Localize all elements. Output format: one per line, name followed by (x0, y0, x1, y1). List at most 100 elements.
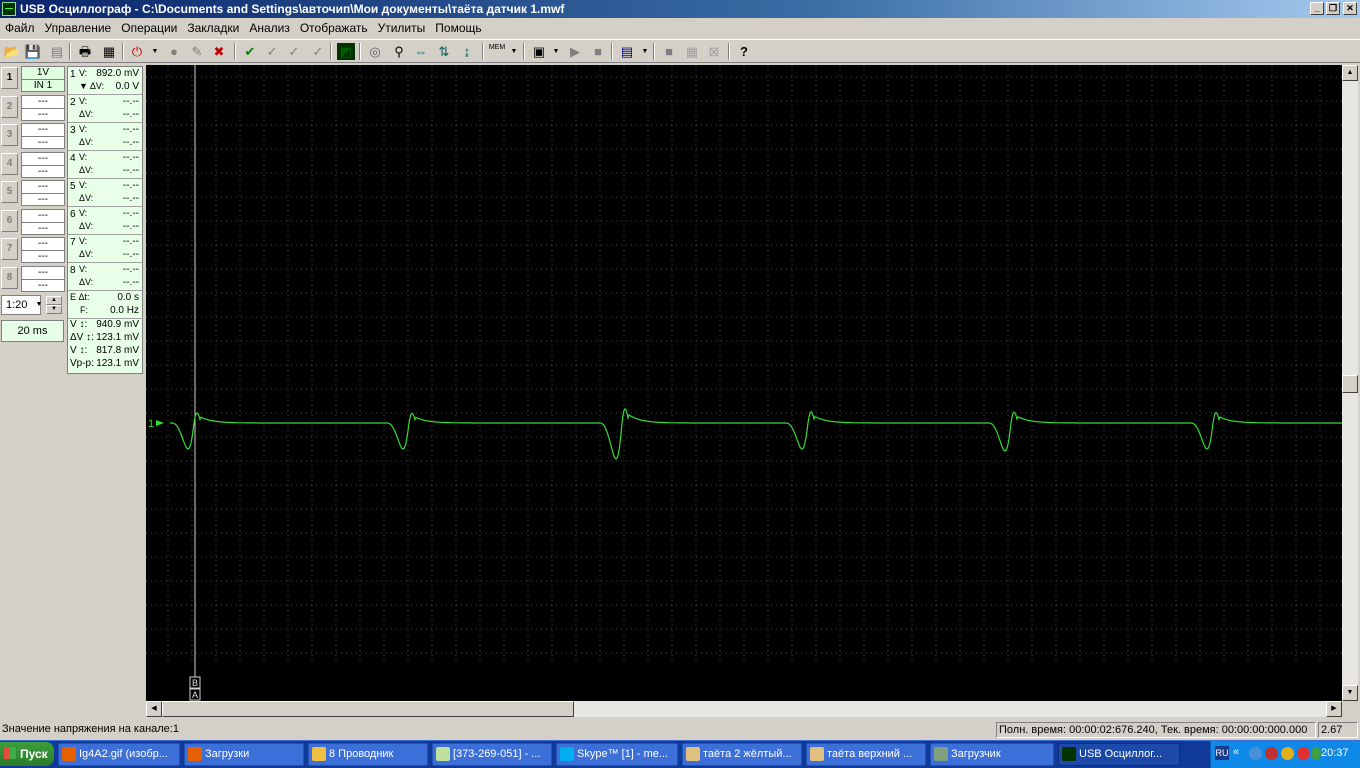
arrows-icon[interactable]: ⇔ (412, 43, 430, 60)
channel-8-settings[interactable]: --- --- (21, 265, 65, 292)
channel-6-button[interactable]: 6 (1, 209, 18, 232)
stop-icon[interactable]: ⏻ (128, 43, 146, 60)
channel-1-settings[interactable]: 1V IN 1 (21, 66, 65, 92)
monitor-icon[interactable]: ▤ (618, 43, 636, 60)
check-icon[interactable]: ✔ (241, 43, 259, 60)
print-icon[interactable]: 🖶 (76, 43, 94, 60)
folder-icon (312, 747, 326, 761)
stop-play-icon[interactable]: ■ (589, 43, 607, 60)
chevron-down-icon[interactable]: ▼ (33, 297, 45, 313)
check-sub-icon[interactable]: ✓ (263, 43, 281, 60)
monitor-dropdown-icon[interactable]: ▼ (641, 43, 649, 60)
taskbar-item[interactable]: Загрузчик (930, 743, 1054, 766)
taskbar-item[interactable]: Загрузки (184, 743, 304, 766)
toolbar-separator (523, 43, 525, 60)
timing-e-label: E Δt: (70, 292, 90, 302)
menu-file[interactable]: Файл (0, 19, 40, 36)
channel-2-settings[interactable]: --- --- (21, 94, 65, 121)
taskbar-item[interactable]: [373-269-051] - ... (432, 743, 552, 766)
block-a-icon[interactable]: ■ (660, 43, 678, 60)
display-icon[interactable]: ◩ (337, 43, 355, 60)
marker-icon[interactable]: ⇅ (435, 43, 453, 60)
taskbar-item-label: 8 Проводник (329, 748, 394, 760)
menu-control[interactable]: Управление (40, 19, 117, 36)
network-icon[interactable] (1249, 747, 1262, 760)
channel-5-settings[interactable]: --- --- (21, 180, 65, 206)
spin-down-button[interactable]: ▼ (46, 305, 62, 314)
channel-input: --- (38, 137, 48, 148)
channel-1-marker[interactable]: 1 (148, 418, 154, 430)
horizontal-scrollbar[interactable]: ◀ ▶ (146, 701, 1342, 717)
block-b-icon[interactable]: ▦ (683, 43, 701, 60)
export-icon[interactable]: ▦ (100, 43, 118, 60)
menu-bookmarks[interactable]: Закладки (182, 19, 244, 36)
scroll-up-button[interactable]: ▲ (1342, 65, 1358, 81)
run-icon[interactable]: ✎ (188, 43, 206, 60)
channel-3-settings[interactable]: --- --- (21, 123, 65, 149)
stop-dropdown-icon[interactable]: ▼ (151, 43, 159, 60)
help-icon[interactable]: ? (735, 43, 753, 60)
channel-6-settings[interactable]: --- --- (21, 208, 65, 235)
antivirus-icon[interactable] (1265, 747, 1278, 760)
menu-operations[interactable]: Операции (116, 19, 182, 36)
menu-display[interactable]: Отображать (295, 19, 373, 36)
channel-2-button[interactable]: 2 (1, 95, 18, 118)
memory-icon[interactable]: MEM (488, 43, 506, 60)
close-button[interactable]: ✕ (1343, 2, 1357, 15)
minimize-button[interactable]: _ (1310, 2, 1324, 15)
taskbar-item[interactable]: 8 Проводник (308, 743, 428, 766)
oscilloscope-display[interactable]: BA 1 (146, 65, 1342, 701)
check-alt-icon[interactable]: ✓ (285, 43, 303, 60)
block-c-icon[interactable]: ⊠ (705, 43, 723, 60)
menu-help[interactable]: Помощь (430, 19, 486, 36)
measurement-row: 8 V: ΔV: --.-- --.-- (68, 263, 142, 291)
language-indicator[interactable]: RU (1215, 746, 1229, 760)
play-icon[interactable]: ▶ (566, 43, 584, 60)
channel-4-settings[interactable]: --- --- (21, 151, 65, 178)
menu-utilities[interactable]: Утилиты (373, 19, 431, 36)
restore-button[interactable]: ❐ (1326, 2, 1340, 15)
taskbar-item[interactable]: USB Осциллог... (1058, 743, 1180, 766)
compare-icon[interactable]: ▣ (530, 43, 548, 60)
save-as-icon[interactable]: ▤ (48, 43, 66, 60)
measurement-vb: 0.0 V (115, 81, 139, 92)
channel-8-button[interactable]: 8 (1, 266, 18, 289)
tray-utility-icon[interactable] (1311, 747, 1321, 760)
horizontal-scroll-thumb[interactable] (162, 701, 574, 717)
clear-icon[interactable]: ✖ (210, 43, 228, 60)
opera-icon[interactable] (1297, 747, 1310, 760)
measure-icon[interactable]: ↨ (458, 43, 476, 60)
taskbar-item[interactable]: таёта верхний ... (806, 743, 926, 766)
channel-4-button[interactable]: 4 (1, 152, 18, 175)
vertical-scrollbar[interactable]: ▲ ▼ (1342, 65, 1358, 701)
oscilloscope-canvas[interactable]: BA 1 (146, 65, 1342, 701)
check-multi-icon[interactable]: ✓ (309, 43, 327, 60)
compare-dropdown-icon[interactable]: ▼ (552, 43, 560, 60)
cursor-icon[interactable]: ◎ (366, 43, 384, 60)
measurement-b: ΔV: (79, 165, 94, 175)
scroll-down-button[interactable]: ▼ (1342, 685, 1358, 701)
binoculars-icon[interactable]: ⚲ (390, 43, 408, 60)
taskbar-item[interactable]: Skype™ [1] - me... (556, 743, 678, 766)
memory-dropdown-icon[interactable]: ▼ (510, 43, 518, 60)
vertical-scroll-thumb[interactable] (1342, 375, 1358, 393)
open-icon[interactable]: 📂 (3, 43, 21, 60)
taskbar-item[interactable]: Ig4A2.gif (изобр... (58, 743, 180, 766)
tray-expand-icon[interactable]: « (1233, 746, 1239, 758)
measurement-b: ΔV: (79, 277, 94, 287)
scroll-left-button[interactable]: ◀ (146, 701, 162, 717)
save-icon[interactable]: 💾 (24, 43, 42, 60)
scroll-right-button[interactable]: ▶ (1326, 701, 1342, 717)
spin-up-button[interactable]: ▲ (46, 296, 62, 305)
tray-app-icon[interactable] (1281, 747, 1294, 760)
start-button[interactable]: Пуск (0, 742, 54, 766)
channel-3-button[interactable]: 3 (1, 124, 18, 146)
channel-5-button[interactable]: 5 (1, 181, 18, 203)
measurement-va: --.-- (122, 180, 139, 191)
channel-7-settings[interactable]: --- --- (21, 237, 65, 263)
channel-1-button[interactable]: 1 (1, 67, 18, 89)
channel-7-button[interactable]: 7 (1, 238, 18, 260)
taskbar-item[interactable]: таёта 2 жёлтый... (682, 743, 802, 766)
record-icon[interactable]: ● (165, 43, 183, 60)
menu-analysis[interactable]: Анализ (244, 19, 295, 36)
